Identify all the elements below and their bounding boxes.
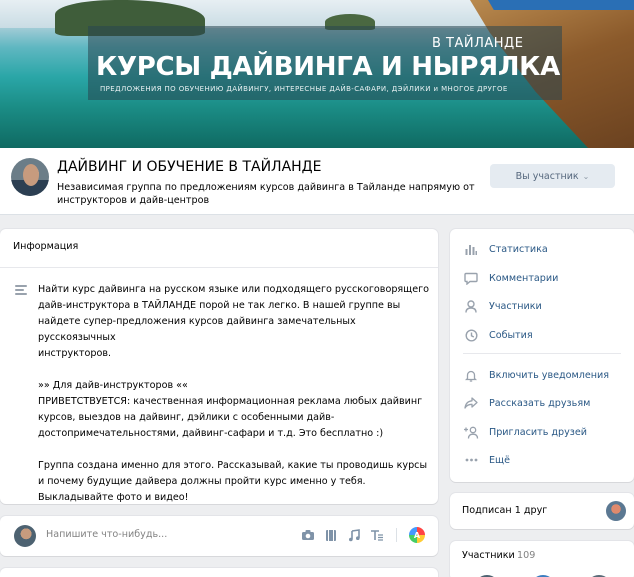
members-block: Участники 109 [450, 541, 634, 577]
info-paragraph: Группа создана именно для этого. Рассказ… [38, 458, 430, 506]
friends-label: Подписан 1 друг [462, 505, 548, 516]
comment-icon [463, 270, 479, 286]
members-label[interactable]: Участники [462, 550, 515, 561]
group-menu: Статистика Комментарии Участники События… [450, 229, 634, 482]
menu-item-share[interactable]: Рассказать друзьям [463, 393, 590, 413]
info-line: найдете супер-предложения курсов дайвинг… [38, 316, 356, 343]
subscribed-friends[interactable]: Подписан 1 друг [450, 493, 634, 529]
group-description: Независимая группа по предложениям курсо… [57, 182, 475, 206]
invite-icon [463, 424, 479, 440]
menu-item-members[interactable]: Участники [463, 296, 542, 316]
menu-label: Рассказать друзьям [489, 397, 591, 409]
menu-divider [463, 353, 621, 354]
menu-label: Статистика [489, 243, 548, 255]
info-line: дайв-инструктора в ТАЙЛАНДЕ порой не так… [38, 300, 401, 311]
cover-subtitle-bottom: ПРЕДЛОЖЕНИЯ ПО ОБУЧЕНИЮ ДАЙВИНГУ, ИНТЕРЕ… [100, 85, 508, 93]
info-line: инструкторов. [38, 348, 112, 359]
menu-label: Ещё [489, 454, 511, 466]
friend-avatar[interactable] [606, 501, 626, 521]
group-header: ДАЙВИНГ И ОБУЧЕНИЕ В ТАЙЛАНДЕ Независима… [0, 148, 634, 215]
menu-label: Комментарии [489, 272, 559, 284]
post-input[interactable]: Напишите что-нибудь... [46, 529, 167, 540]
menu-label: События [489, 329, 533, 341]
calendar-icon [463, 327, 479, 343]
group-avatar[interactable] [11, 158, 49, 196]
chevron-down-icon: ⌄ [582, 171, 590, 181]
cover-title: КУРСЫ ДАЙВИНГА И НЫРЯЛКА [96, 52, 560, 82]
cover-boat-stripe [488, 0, 634, 10]
camera-icon[interactable] [300, 528, 315, 543]
menu-item-invite[interactable]: Пригласить друзей [463, 422, 587, 442]
video-icon[interactable] [323, 528, 338, 543]
user-avatar [14, 525, 36, 547]
cover-image: В ТАЙЛАНДЕ КУРСЫ ДАЙВИНГА И НЫРЯЛКА ПРЕД… [0, 0, 634, 148]
members-count: 109 [517, 550, 536, 561]
menu-item-notifications[interactable]: Включить уведомления [463, 365, 609, 385]
member-status-button[interactable]: Вы участник ⌄ [490, 164, 615, 188]
info-line: курсов, выездов на дайвинг, дэйлики с ос… [38, 412, 335, 423]
group-name: ДАЙВИНГ И ОБУЧЕНИЕ В ТАЙЛАНДЕ [57, 159, 322, 175]
info-title: Информация [13, 241, 79, 252]
user-icon [463, 298, 479, 314]
info-paragraph: Найти курс дайвинга на русском языке или… [38, 282, 430, 362]
menu-item-stats[interactable]: Статистика [463, 239, 548, 259]
bell-icon [463, 367, 479, 383]
info-line: Выкладывайте фото и видео! [38, 492, 189, 503]
text-format-icon[interactable] [369, 528, 384, 543]
menu-item-more[interactable]: Ещё [463, 450, 510, 470]
post-tools: A [300, 527, 425, 543]
member-button-label: Вы участник [515, 170, 579, 182]
stats-icon [463, 241, 479, 257]
info-card: Информация Найти курс дайвинга на русско… [0, 229, 438, 504]
menu-item-events[interactable]: События [463, 325, 533, 345]
info-paragraph: »» Для дайв-инструкторов «« ПРИВЕТСТВУЕТ… [38, 378, 430, 442]
info-text: Найти курс дайвинга на русском языке или… [38, 282, 430, 506]
tools-divider [396, 528, 397, 542]
music-icon[interactable] [346, 528, 361, 543]
menu-label: Пригласить друзей [489, 426, 588, 438]
art-icon[interactable]: A [409, 527, 425, 543]
info-line: достопримечательностями, дайвинг-сафари … [38, 428, 384, 439]
cover-subtitle-top: В ТАЙЛАНДЕ [432, 36, 524, 51]
share-icon [463, 395, 479, 411]
info-line: »» Для дайв-инструкторов «« [38, 380, 188, 391]
info-line: ПРИВЕТСТВУЕТСЯ: качественная информацион… [38, 396, 423, 407]
more-icon [463, 452, 479, 468]
menu-label: Участники [489, 300, 542, 312]
description-icon [15, 285, 27, 295]
post-composer: Напишите что-нибудь... A [0, 516, 438, 556]
menu-item-comments[interactable]: Комментарии [463, 268, 558, 288]
info-line: и почему будущие дайвера должны пройти к… [38, 476, 366, 487]
info-line: Группа создана именно для этого. Рассказ… [38, 460, 428, 471]
info-divider [0, 267, 438, 268]
next-card [0, 568, 438, 577]
menu-label: Включить уведомления [489, 369, 610, 381]
info-line: Найти курс дайвинга на русском языке или… [38, 284, 430, 295]
